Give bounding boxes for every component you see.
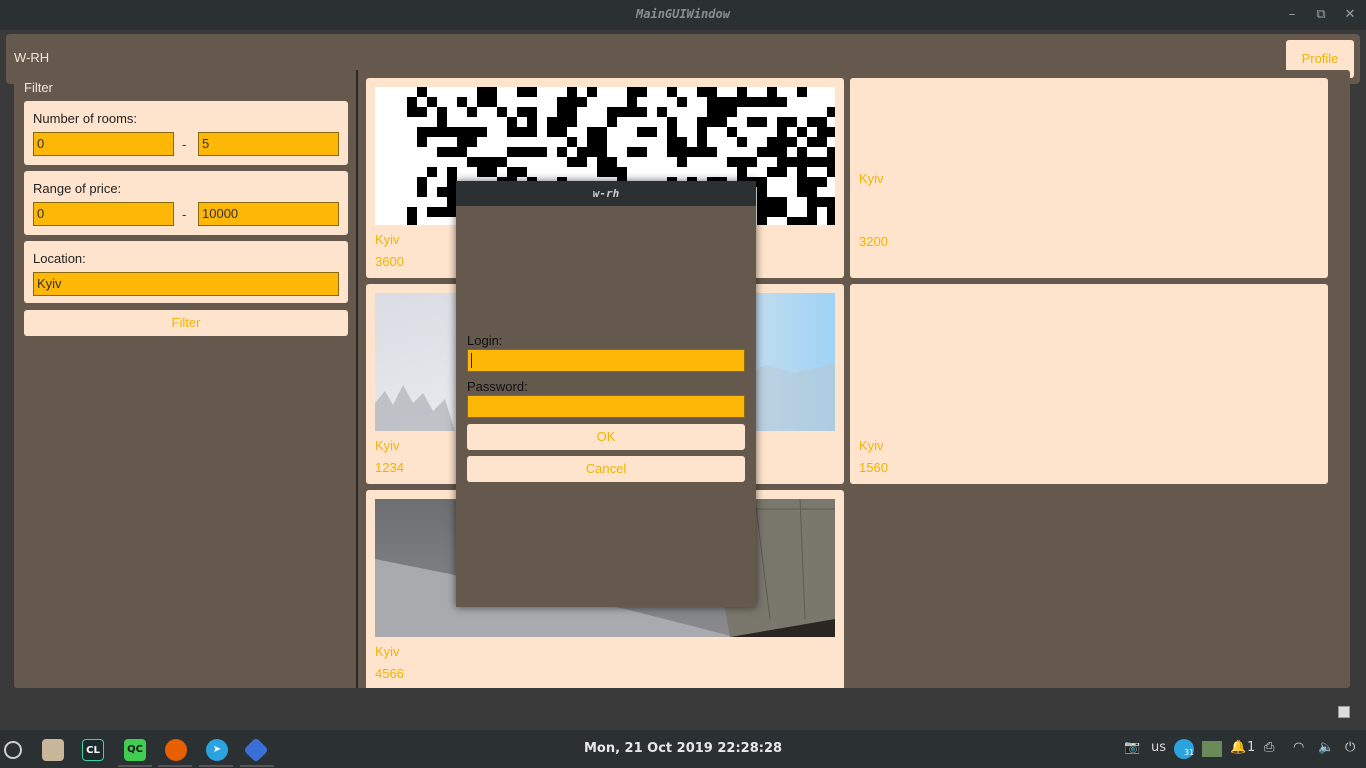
price-to-input[interactable]: 10000 (198, 202, 339, 226)
cancel-button[interactable]: Cancel (467, 456, 745, 482)
listing-card[interactable]: Kyiv 3200 (850, 78, 1328, 278)
listing-location: Kyiv (375, 438, 400, 453)
location-group: Location: Kyiv (24, 241, 348, 303)
calendar-badge: 31 (1184, 748, 1195, 757)
rooms-to-input[interactable]: 5 (198, 132, 339, 156)
listing-card[interactable]: Kyiv 1560 (850, 284, 1328, 484)
notification-icon[interactable]: 🔔 (1230, 740, 1246, 755)
panel-divider[interactable] (356, 70, 358, 688)
rooms-separator: - (182, 137, 187, 152)
app-title: W-RH (14, 50, 50, 65)
wifi-icon[interactable]: ◠ (1293, 740, 1304, 755)
task-indicator (199, 765, 233, 767)
camera-icon[interactable]: 📷 (1124, 740, 1140, 755)
task-indicator (240, 765, 274, 767)
listing-price: 1560 (859, 460, 888, 475)
login-label: Login: (467, 333, 503, 348)
printer-icon[interactable]: ⎙ (1264, 740, 1274, 755)
listing-price: 1234 (375, 460, 404, 475)
rooms-from-input[interactable]: 0 (33, 132, 174, 156)
keyboard-layout[interactable]: us (1151, 740, 1166, 755)
listing-price: 3200 (859, 234, 888, 249)
rooms-group: Number of rooms: 0 - 5 (24, 101, 348, 165)
price-from-input[interactable]: 0 (33, 202, 174, 226)
location-label: Location: (33, 251, 86, 266)
taskbar: CL QC ➤ Mon, 21 Oct 2019 22:28:28 📷 us 3… (0, 730, 1366, 768)
price-label: Range of price: (33, 181, 122, 196)
price-separator: - (182, 207, 187, 222)
listing-price: 4566 (375, 666, 404, 681)
task-indicator (118, 765, 152, 767)
minimize-button[interactable]: – (1282, 5, 1302, 25)
scrollbar-corner[interactable] (1338, 706, 1350, 718)
rooms-label: Number of rooms: (33, 111, 138, 126)
window-title: MainGUIWindow (636, 7, 730, 21)
filter-button[interactable]: Filter (24, 310, 348, 336)
window-titlebar: MainGUIWindow – ⧉ ✕ (0, 0, 1366, 30)
maximize-button[interactable]: ⧉ (1311, 5, 1331, 25)
price-group: Range of price: 0 - 10000 (24, 171, 348, 235)
filter-panel: Filter Number of rooms: 0 - 5 Range of p… (14, 70, 356, 688)
listing-location: Kyiv (375, 644, 400, 659)
volume-icon[interactable]: 🔈 (1318, 740, 1334, 755)
power-icon[interactable]: ⏻ (1345, 740, 1355, 755)
notification-count: 1 (1247, 740, 1256, 755)
update-icon[interactable] (1202, 741, 1222, 757)
location-input[interactable]: Kyiv (33, 272, 339, 296)
listing-price: 3600 (375, 254, 404, 269)
login-dialog: w-rh Login: Password: OK Cancel (456, 181, 756, 607)
listing-location: Kyiv (375, 232, 400, 247)
password-label: Password: (467, 379, 528, 394)
dialog-title: w-rh (456, 181, 756, 206)
close-button[interactable]: ✕ (1340, 5, 1360, 25)
ok-button[interactable]: OK (467, 424, 745, 450)
task-indicator (158, 765, 192, 767)
filter-title: Filter (24, 80, 53, 95)
listing-location: Kyiv (859, 171, 884, 186)
text-caret (471, 353, 472, 368)
password-input[interactable] (467, 395, 745, 418)
listing-location: Kyiv (859, 438, 884, 453)
login-input[interactable] (467, 349, 745, 372)
